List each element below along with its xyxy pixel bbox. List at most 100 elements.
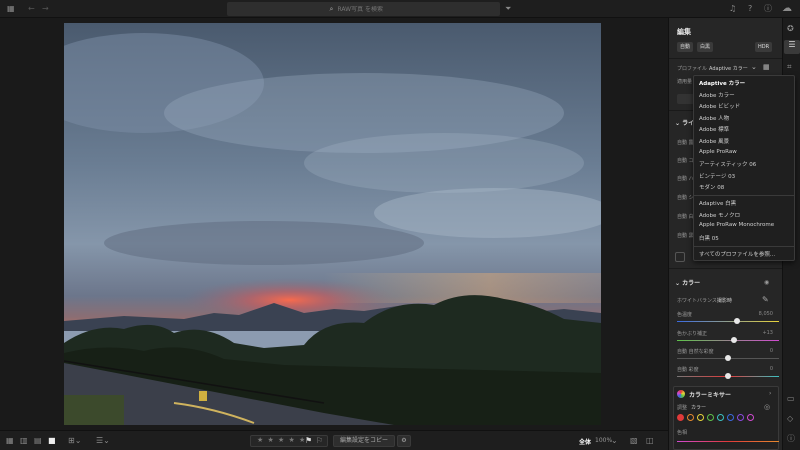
profile-option-bw[interactable]: Adaptive 白黒 — [699, 199, 736, 207]
profile-option[interactable]: モダン 08 — [699, 183, 724, 191]
cloud-icon[interactable]: ☁ — [782, 4, 792, 14]
profile-option[interactable]: Adobe カラー — [699, 91, 735, 99]
search-box[interactable]: ⌕ — [227, 2, 500, 16]
profile-browser-icon[interactable]: ▦ — [763, 63, 770, 71]
info-icon[interactable]: ⓘ — [764, 4, 772, 14]
mixer-color-swatch[interactable] — [747, 414, 754, 421]
vibrance-label: 自動 自然な彩度 — [677, 349, 714, 355]
detail-view-icon[interactable]: ▤ — [34, 436, 42, 446]
amount-label: 適用量 — [677, 79, 693, 85]
list-sort-icon[interactable]: ☰⌄ — [96, 436, 110, 446]
hdr-button[interactable]: HDR — [755, 42, 773, 52]
curve-icon[interactable] — [675, 252, 685, 262]
saturation-label: 自動 彩度 — [677, 367, 699, 373]
vibrance-slider[interactable] — [677, 355, 779, 361]
search-input[interactable] — [337, 5, 398, 13]
saturation-slider[interactable] — [677, 373, 779, 379]
mixer-color-swatch[interactable] — [737, 414, 744, 421]
color-wheel-icon — [677, 390, 685, 398]
flag-icon[interactable]: ⚑ — [305, 436, 312, 446]
hue-label: 色相 — [677, 430, 688, 436]
browse-profiles-link[interactable]: すべてのプロファイルを参照... — [699, 250, 775, 258]
vibrance-value[interactable]: 0 — [753, 348, 773, 354]
white-balance-label: ホワイトバランス — [677, 298, 717, 304]
mixer-color-swatches — [677, 414, 754, 421]
chevron-right-icon[interactable]: › — [769, 390, 771, 397]
mixer-adjust-select[interactable]: カラー — [691, 404, 706, 411]
tint-label: 色かぶり補正 — [677, 331, 708, 337]
fit-label[interactable]: 全体 — [579, 437, 591, 446]
profile-select[interactable]: Adaptive カラー — [709, 65, 748, 72]
comment-icon[interactable]: ▭ — [787, 394, 795, 404]
mixer-color-swatch[interactable] — [717, 414, 724, 421]
profile-option-bw[interactable]: 白黒 05 — [699, 234, 719, 242]
square-grid-icon[interactable]: ▥ — [20, 436, 28, 446]
tag-icon[interactable]: ◇ — [787, 414, 793, 424]
slider-knob[interactable] — [725, 355, 731, 361]
profile-option-selected[interactable]: Adaptive カラー — [699, 79, 745, 87]
eye-icon[interactable]: ◉ — [764, 279, 769, 286]
sliders-icon[interactable]: ☰ — [784, 40, 800, 54]
profile-option[interactable]: アーティスティック 06 — [699, 160, 756, 168]
temperature-slider[interactable] — [677, 318, 779, 324]
slider-knob[interactable] — [725, 373, 731, 379]
bottom-bar: ▦ ▥ ▤ ■ ⊞⌄ ☰⌄ ★ ★ ★ ★ ★ ⚑ ⚐ 編集設定をコピー ⚙ 全… — [0, 430, 668, 450]
profile-option[interactable]: Adobe 人物 — [699, 114, 729, 122]
crop-icon[interactable]: ⌗ — [787, 62, 792, 72]
saturation-value[interactable]: 0 — [753, 366, 773, 372]
slider-knob[interactable] — [734, 318, 740, 324]
sort-icon[interactable]: ⊞⌄ — [68, 436, 81, 446]
filter-icon[interactable]: ⏷ — [505, 4, 511, 14]
profile-label: プロファイル — [677, 66, 708, 72]
mixer-color-swatch[interactable] — [687, 414, 694, 421]
mixer-section-title[interactable]: カラーミキサー — [689, 390, 731, 399]
profile-option[interactable]: ビンテージ 03 — [699, 172, 735, 180]
auto-button[interactable]: 自動 — [677, 42, 694, 52]
color-section-title: カラー — [682, 280, 701, 287]
tint-value[interactable]: +13 — [753, 330, 773, 336]
slider-knob[interactable] — [731, 337, 737, 343]
chevron-down-icon[interactable]: ⌄ — [751, 63, 757, 71]
mixer-adjust-label: 調整 — [677, 405, 688, 411]
forward-arrow-icon[interactable]: → — [42, 4, 49, 14]
grid-view-icon[interactable]: ▦ — [6, 436, 14, 446]
profile-option[interactable]: Apple ProRaw — [699, 149, 737, 155]
grid-icon[interactable]: ▦ — [7, 4, 15, 14]
white-balance-select[interactable]: 撮影時 — [717, 297, 732, 304]
split-view-icon[interactable]: ◫ — [646, 436, 654, 446]
reject-flag-icon[interactable]: ⚐ — [316, 436, 323, 446]
mixer-color-swatch[interactable] — [707, 414, 714, 421]
color-section-header[interactable]: ⌄ カラー — [675, 278, 700, 287]
single-view-icon[interactable]: ■ — [48, 436, 56, 446]
panel-title: 編集 — [677, 28, 691, 36]
heal-icon[interactable]: ✪ — [787, 24, 794, 34]
rating-stars[interactable]: ★ ★ ★ ★ ★ — [257, 436, 306, 444]
photo[interactable] — [64, 23, 601, 425]
app-window: ▦ ← → ⌕ ⏷ ♫ ? ⓘ ☁ — [0, 0, 800, 450]
copy-settings-button[interactable]: 編集設定をコピー — [333, 435, 395, 447]
profile-option-bw[interactable]: Apple ProRaw Monochrome — [699, 222, 774, 228]
profile-dropdown: Adaptive カラー Adobe カラー Adobe ビビッド Adobe … — [693, 75, 795, 261]
hue-slider[interactable] — [677, 441, 779, 442]
profile-option[interactable]: Adobe 標準 — [699, 125, 729, 133]
zoom-value[interactable]: 100% — [595, 437, 612, 444]
profile-option[interactable]: Adobe 風景 — [699, 137, 729, 145]
profile-option[interactable]: Adobe ビビッド — [699, 102, 740, 110]
mixer-color-swatch[interactable] — [697, 414, 704, 421]
profile-option-bw[interactable]: Adobe モノクロ — [699, 211, 740, 219]
bell-icon[interactable]: ♫ — [729, 4, 736, 14]
help-icon[interactable]: ? — [748, 4, 752, 14]
chevron-down-icon[interactable]: ⌄ — [611, 436, 618, 446]
mixer-color-swatch[interactable] — [677, 414, 684, 421]
eyedropper-icon[interactable]: ✎ — [762, 295, 769, 304]
temperature-value[interactable]: 8,050 — [753, 311, 773, 317]
tint-slider[interactable] — [677, 337, 779, 343]
info-icon[interactable]: ⓘ — [787, 434, 795, 444]
settings-gear-button[interactable]: ⚙ — [397, 435, 411, 447]
target-icon[interactable]: ◎ — [764, 403, 770, 411]
back-arrow-icon[interactable]: ← — [28, 4, 35, 14]
compare-view-icon[interactable]: ▧ — [630, 436, 638, 446]
bw-button[interactable]: 白黒 — [697, 42, 714, 52]
mixer-color-swatch[interactable] — [727, 414, 734, 421]
top-bar: ▦ ← → ⌕ ⏷ ♫ ? ⓘ ☁ — [0, 0, 800, 18]
